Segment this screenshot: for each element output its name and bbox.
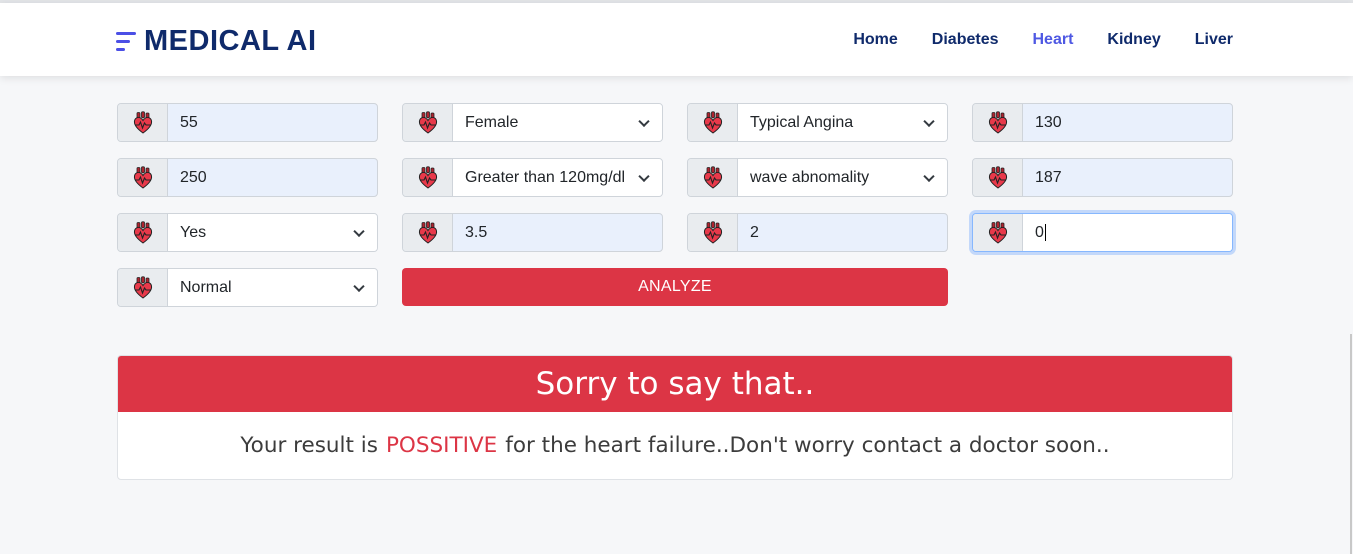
- text-caret: [1044, 224, 1046, 241]
- nav-liver[interactable]: Liver: [1195, 31, 1233, 49]
- major-vessels-field[interactable]: 0: [972, 213, 1233, 252]
- result-message-before: Your result is: [240, 433, 378, 458]
- heart-organ-icon: [403, 159, 453, 196]
- heart-organ-icon: [973, 214, 1023, 251]
- age-field[interactable]: 55: [117, 103, 378, 142]
- result-message-after: for the heart failure..Don't worry conta…: [505, 433, 1110, 458]
- nav-heart[interactable]: Heart: [1033, 31, 1074, 49]
- thal-select-value: Normal: [180, 278, 232, 296]
- chest-pain-select-value: Typical Angina: [750, 113, 854, 131]
- chest-pain-field[interactable]: Typical Angina: [687, 103, 948, 142]
- heart-organ-icon: [688, 214, 738, 251]
- sex-select-value: Female: [465, 113, 519, 131]
- resting-bp-input[interactable]: 130: [1023, 104, 1232, 141]
- thal-select[interactable]: Normal: [168, 269, 377, 306]
- nav-diabetes[interactable]: Diabetes: [932, 31, 999, 49]
- resting-ecg-select-value: wave abnomality: [750, 168, 870, 186]
- scrollbar[interactable]: [1350, 334, 1352, 554]
- fasting-sugar-select[interactable]: Greater than 120mg/dl: [453, 159, 662, 196]
- nav-kidney[interactable]: Kidney: [1107, 31, 1160, 49]
- heart-organ-icon: [118, 159, 168, 196]
- heart-organ-icon: [403, 214, 453, 251]
- nav-home[interactable]: Home: [853, 31, 897, 49]
- cholesterol-field[interactable]: 250: [117, 158, 378, 197]
- max-heart-rate-input[interactable]: 187: [1023, 159, 1232, 196]
- result-heading: Sorry to say that..: [118, 356, 1232, 412]
- major-vessels-input-value: 0: [1035, 223, 1044, 241]
- age-input[interactable]: 55: [168, 104, 377, 141]
- chest-pain-select[interactable]: Typical Angina: [738, 104, 947, 141]
- sex-select[interactable]: Female: [453, 104, 662, 141]
- heart-organ-icon: [403, 104, 453, 141]
- heart-organ-icon: [118, 269, 168, 306]
- analyze-button[interactable]: ANALYZE: [402, 268, 948, 306]
- cholesterol-input[interactable]: 250: [168, 159, 377, 196]
- heart-organ-icon: [118, 104, 168, 141]
- menu-lines-icon: [116, 28, 138, 54]
- sex-field[interactable]: Female: [402, 103, 663, 142]
- chevron-down-icon: [923, 170, 935, 182]
- result-status: POSSITIVE: [385, 433, 498, 458]
- resting-bp-field[interactable]: 130: [972, 103, 1233, 142]
- oldpeak-input[interactable]: 3.5: [453, 214, 662, 251]
- heart-organ-icon: [118, 214, 168, 251]
- brand-name: MEDICAL AI: [144, 24, 317, 57]
- chevron-down-icon: [638, 115, 650, 127]
- slope-field[interactable]: 2: [687, 213, 948, 252]
- resting-ecg-field[interactable]: wave abnomality: [687, 158, 948, 197]
- chevron-down-icon: [353, 225, 365, 237]
- exercise-angina-select-value: Yes: [180, 223, 207, 241]
- slope-input[interactable]: 2: [738, 214, 947, 251]
- resting-ecg-select[interactable]: wave abnomality: [738, 159, 947, 196]
- chevron-down-icon: [638, 170, 650, 182]
- heart-organ-icon: [688, 104, 738, 141]
- chevron-down-icon: [923, 115, 935, 127]
- heart-organ-icon: [973, 159, 1023, 196]
- thal-field[interactable]: Normal: [117, 268, 378, 307]
- navbar: MEDICAL AI Home Diabetes Heart Kidney Li…: [0, 3, 1353, 76]
- oldpeak-field[interactable]: 3.5: [402, 213, 663, 252]
- exercise-angina-field[interactable]: Yes: [117, 213, 378, 252]
- result-card: Sorry to say that.. Your result is POSSI…: [117, 355, 1233, 480]
- result-message: Your result is POSSITIVE for the heart f…: [118, 412, 1232, 479]
- heart-organ-icon: [688, 159, 738, 196]
- brand[interactable]: MEDICAL AI: [116, 23, 317, 59]
- fasting-sugar-select-value: Greater than 120mg/dl: [465, 168, 626, 186]
- fasting-sugar-field[interactable]: Greater than 120mg/dl: [402, 158, 663, 197]
- heart-organ-icon: [973, 104, 1023, 141]
- exercise-angina-select[interactable]: Yes: [168, 214, 377, 251]
- major-vessels-input[interactable]: 0: [1023, 214, 1232, 251]
- chevron-down-icon: [353, 280, 365, 292]
- nav-links: Home Diabetes Heart Kidney Liver: [819, 31, 1233, 49]
- max-heart-rate-field[interactable]: 187: [972, 158, 1233, 197]
